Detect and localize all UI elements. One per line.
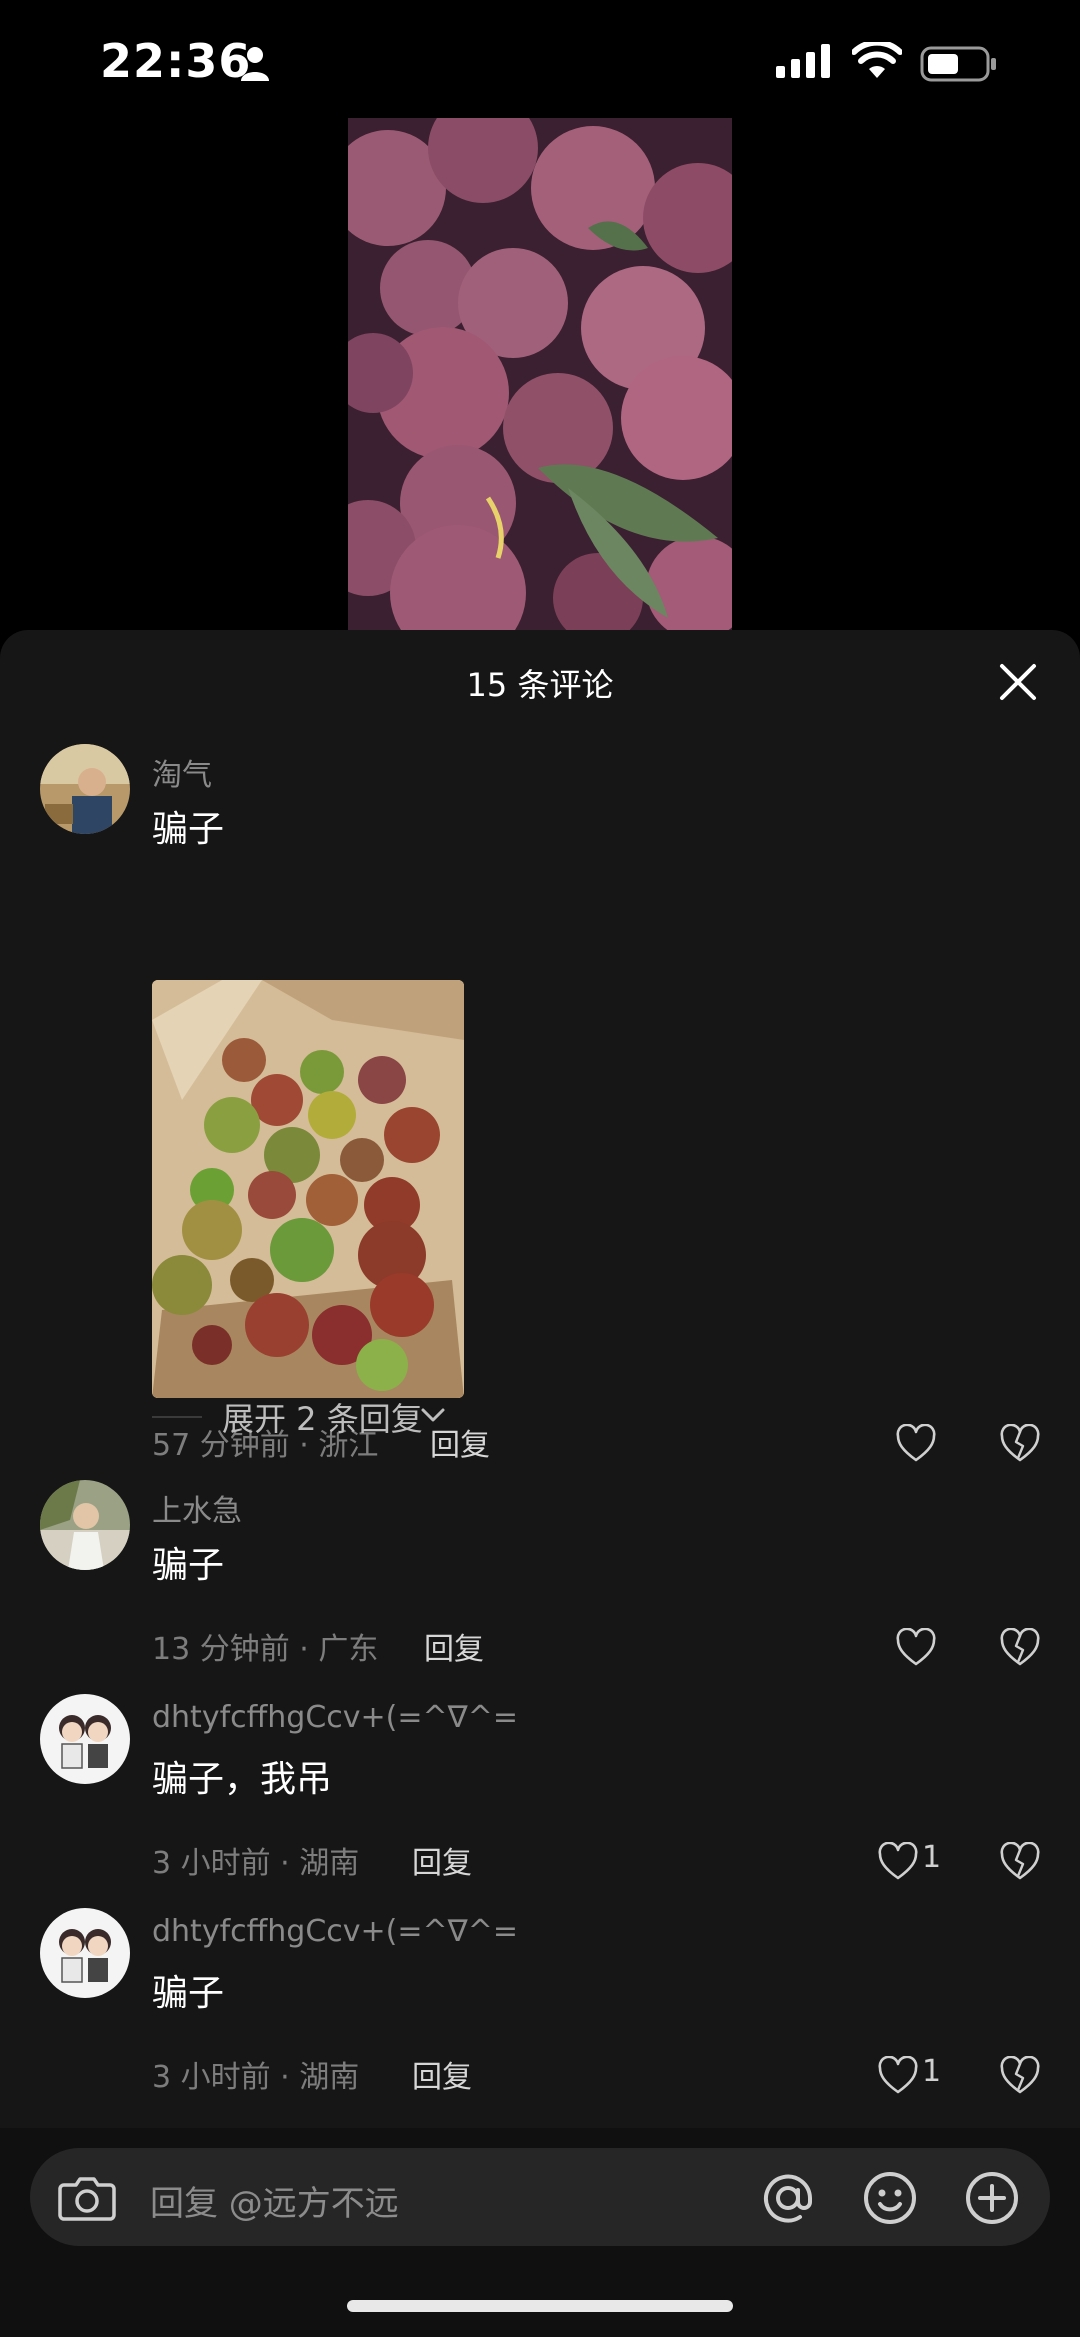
avatar[interactable] [40, 1480, 130, 1570]
plus-icon[interactable] [964, 2170, 1020, 2226]
chevron-down-icon [421, 1408, 445, 1422]
comment-meta: 3 小时前 · 湖南 [152, 2060, 360, 2095]
comment-meta: 13 分钟前 · 广东 [152, 1632, 379, 1667]
video-preview[interactable] [348, 118, 732, 630]
reply-button[interactable]: 回复 [424, 1624, 484, 1668]
person-icon [241, 47, 269, 81]
reply-bar[interactable]: 回复 @远方不远 [30, 2148, 1050, 2246]
comment-text: 骗子 [152, 1545, 225, 1586]
heart-icon[interactable] [878, 2056, 918, 2096]
wifi-icon [852, 42, 902, 78]
comment-username[interactable]: dhtyfcffhgCcv+(=^∇^= [152, 1914, 518, 1949]
sheet-title: 15 条评论 [466, 666, 614, 704]
at-icon[interactable] [760, 2170, 816, 2226]
heart-icon[interactable] [896, 1628, 936, 1668]
status-bar: 22:36 [0, 0, 1080, 120]
comment-username[interactable]: dhtyfcffhgCcv+(=^∇^= [152, 1700, 518, 1735]
broken-heart-icon[interactable] [1000, 1842, 1040, 1882]
comment-item: dhtyfcffhgCcv+(=^∇^= 骗子，我吊 3 小时前 · 湖南 回复… [0, 1694, 1080, 1881]
like-count: 1 [922, 1840, 942, 1875]
signal-icon [776, 44, 830, 78]
reply-input[interactable]: 回复 @远方不远 [150, 2176, 399, 2225]
status-time: 22:36 [100, 34, 252, 88]
comment-item: 上水急 骗子 13 分钟前 · 广东 回复 [0, 1480, 1080, 1667]
divider-line [152, 1416, 202, 1418]
avatar[interactable] [40, 744, 130, 834]
comment-meta: 3 小时前 · 湖南 [152, 1846, 360, 1881]
comment-item: dhtyfcffhgCcv+(=^∇^= 骗子 3 小时前 · 湖南 回复 1 [0, 1908, 1080, 2095]
broken-heart-icon[interactable] [1000, 1628, 1040, 1668]
comment-image[interactable] [152, 980, 464, 1398]
plums-image [348, 118, 732, 630]
heart-icon[interactable] [896, 1424, 936, 1464]
avatar[interactable] [40, 1908, 130, 1998]
battery-icon [920, 46, 996, 82]
reply-bar-area: 回复 @远方不远 [0, 2128, 1080, 2337]
reply-button[interactable]: 回复 [412, 2052, 472, 2096]
reply-button[interactable]: 回复 [430, 1420, 490, 1464]
comment-text: 骗子，我吊 [152, 1759, 333, 1800]
avatar[interactable] [40, 1694, 130, 1784]
close-icon[interactable] [996, 660, 1040, 704]
like-count: 1 [922, 2054, 942, 2089]
expand-replies-label: 展开 2 条回复 [222, 1400, 423, 1438]
emoji-icon[interactable] [862, 2170, 918, 2226]
comment-username[interactable]: 上水急 [152, 1486, 242, 1530]
broken-heart-icon[interactable] [1000, 1424, 1040, 1464]
broken-heart-icon[interactable] [1000, 2056, 1040, 2096]
heart-icon[interactable] [878, 1842, 918, 1882]
comment-username[interactable]: 淘气 [152, 750, 212, 794]
comment-text: 骗子 [152, 1973, 225, 2014]
reply-button[interactable]: 回复 [412, 1838, 472, 1882]
comments-sheet: 15 条评论 淘气 骗子 57 分钟前 · 浙江 回复 展开 2 条回复 上水急… [0, 630, 1080, 2337]
camera-icon[interactable] [58, 2175, 116, 2221]
comment-item: 淘气 骗子 57 分钟前 · 浙江 回复 [0, 744, 1080, 1463]
home-indicator[interactable] [347, 2300, 733, 2312]
comment-text: 骗子 [152, 809, 225, 850]
